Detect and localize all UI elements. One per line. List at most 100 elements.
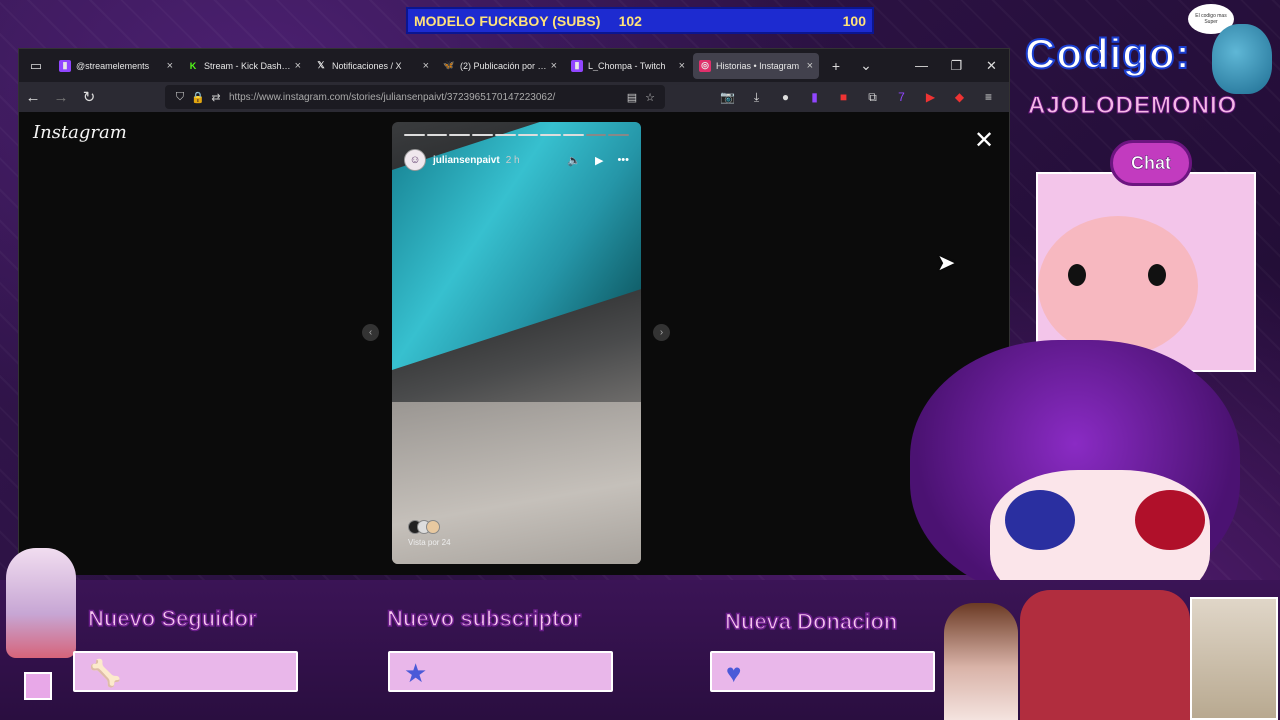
- red-extension-icon[interactable]: ◆: [945, 85, 974, 109]
- more-options-icon[interactable]: •••: [617, 154, 629, 167]
- story-progress-bar: [404, 134, 630, 137]
- close-tab-icon[interactable]: ×: [423, 60, 429, 72]
- bookmark-star-icon[interactable]: ☆: [641, 91, 659, 104]
- bluesky-icon: 🦋: [443, 60, 455, 70]
- cat-girl-character-icon: [944, 603, 1018, 720]
- story-header: ☺ juliansenpaivt 2 h 🔈 ▶ •••: [404, 148, 629, 172]
- progress-segment: [540, 134, 561, 136]
- permissions-icon[interactable]: ⇄: [207, 91, 225, 104]
- twitch-icon: ▮: [571, 59, 583, 72]
- download-icon[interactable]: ⤓: [742, 85, 771, 109]
- vtuber-avatar-hoodie: [1020, 590, 1190, 720]
- tab-label: L_Chompa - Twitch: [588, 60, 666, 71]
- codigo-title: Codigo:: [1024, 29, 1191, 78]
- volume-icon[interactable]: 🔈: [567, 154, 581, 167]
- reader-view-icon[interactable]: ▤: [623, 91, 641, 104]
- instagram-icon: ◎: [699, 59, 711, 72]
- tab-list-icon[interactable]: ▭: [19, 49, 53, 82]
- new-tab-icon[interactable]: +: [821, 49, 851, 82]
- progress-segment: [517, 134, 539, 136]
- tab-label: Stream - Kick Dashboard: [204, 60, 291, 71]
- progress-segment: [494, 134, 516, 136]
- close-tab-icon[interactable]: ×: [807, 60, 813, 72]
- chat-badge: Chat: [1110, 140, 1192, 186]
- avatar: [426, 520, 440, 534]
- progress-segment: [449, 134, 471, 136]
- tab-twitch-chompa[interactable]: ▮ L_Chompa - Twitch ×: [565, 53, 691, 79]
- close-tab-icon[interactable]: ×: [551, 60, 557, 72]
- vtuber-left-eye-icon: [1005, 490, 1075, 550]
- progress-segment: [608, 134, 630, 136]
- browser-window: ▭ ▮ @streamelements × K Stream - Kick Da…: [18, 48, 1010, 575]
- minimize-icon[interactable]: —: [904, 58, 939, 74]
- menu-icon[interactable]: ≡: [974, 85, 1003, 109]
- back-icon[interactable]: ←: [19, 83, 47, 111]
- forward-icon[interactable]: →: [47, 83, 75, 111]
- instagram-story-page: Instagram ✕ ‹ › ☺ juliansenpaivt 2 h 🔈 ▶…: [19, 112, 1009, 575]
- reload-icon[interactable]: ↻: [75, 83, 103, 111]
- goal-target: 100: [842, 12, 866, 29]
- tab-bar: ▭ ▮ @streamelements × K Stream - Kick Da…: [19, 49, 1009, 82]
- youtube-extension-icon[interactable]: ▶: [916, 85, 945, 109]
- decorative-square: [24, 672, 52, 700]
- tab-x-notifications[interactable]: 𝕏 Notificaciones / X ×: [309, 53, 435, 79]
- new-subscriber-box: ★: [388, 651, 613, 692]
- extension-toolbar: 📷 ⤓ ● ▮ ■ ⧉ 7 ▶ ◆ ≡: [713, 85, 1003, 109]
- tab-kick-dashboard[interactable]: K Stream - Kick Dashboard ×: [181, 53, 307, 79]
- tab-label: Historias • Instagram: [716, 60, 800, 71]
- screenshot-icon[interactable]: 📷: [713, 85, 742, 109]
- previous-story-icon[interactable]: ‹: [362, 324, 379, 341]
- story-controls: 🔈 ▶ •••: [567, 154, 629, 167]
- close-tab-icon[interactable]: ×: [167, 60, 173, 72]
- chibi-character-icon: [6, 548, 76, 658]
- blue-monster-mascot-icon: [1212, 24, 1272, 94]
- vtuber-right-eye-icon: [1135, 490, 1205, 550]
- story-username[interactable]: juliansenpaivt: [433, 155, 500, 166]
- portrait-image: [1190, 597, 1278, 720]
- sub-goal-bar: MODELO FUCKBOY (SUBS) 102 100: [406, 7, 874, 34]
- twitch-extension-icon[interactable]: ▮: [800, 85, 829, 109]
- puzzle-icon[interactable]: ⧉: [858, 85, 887, 109]
- progress-segment: [426, 134, 448, 136]
- tab-bluesky-post[interactable]: 🦋 (2) Publicación por julian ×: [437, 53, 563, 79]
- story-viewers[interactable]: Vista por 24: [408, 520, 451, 547]
- story-time: 2 h: [505, 154, 520, 166]
- instagram-logo[interactable]: Instagram: [33, 122, 127, 143]
- extension-icon[interactable]: ●: [771, 85, 800, 109]
- next-story-icon[interactable]: ›: [653, 324, 670, 341]
- goal-title: MODELO FUCKBOY (SUBS): [414, 12, 601, 29]
- navigation-bar: ← → ↻ ⛉ 🔒 ⇄ https://www.instagram.com/st…: [19, 82, 1009, 112]
- 7tv-extension-icon[interactable]: 7: [887, 85, 916, 109]
- x-icon: 𝕏: [317, 60, 325, 70]
- progress-segment: [585, 134, 607, 136]
- tab-streamelements[interactable]: ▮ @streamelements ×: [53, 53, 179, 79]
- progress-segment: [404, 134, 425, 136]
- new-donation-box: ♥: [710, 651, 935, 692]
- progress-segment: [562, 134, 584, 136]
- chevron-down-icon[interactable]: ⌄: [851, 49, 881, 82]
- tab-label: (2) Publicación por julian: [460, 60, 547, 71]
- story-viewer[interactable]: ☺ juliansenpaivt 2 h 🔈 ▶ ••• Vista por 2…: [392, 122, 641, 564]
- close-tab-icon[interactable]: ×: [679, 60, 685, 72]
- lock-icon[interactable]: 🔒: [189, 91, 207, 104]
- window-controls: — ❐ ✕: [904, 58, 1009, 74]
- restore-icon[interactable]: ❐: [939, 58, 974, 74]
- kick-icon: K: [189, 60, 197, 71]
- axolotl-plush-icon: [1038, 216, 1198, 356]
- new-follower-title: Nuevo Seguidor: [87, 605, 257, 632]
- close-window-icon[interactable]: ✕: [974, 58, 1009, 74]
- url-text[interactable]: https://www.instagram.com/stories/julian…: [229, 92, 623, 103]
- address-bar[interactable]: ⛉ 🔒 ⇄ https://www.instagram.com/stories/…: [165, 85, 665, 109]
- new-donation-title: Nueva Donacion: [724, 608, 898, 635]
- shield-icon[interactable]: ⛉: [171, 91, 189, 104]
- close-tab-icon[interactable]: ×: [295, 60, 301, 72]
- viewer-avatars: [408, 520, 451, 534]
- tab-label: @streamelements: [76, 60, 150, 71]
- new-follower-box: 🦴: [73, 651, 298, 692]
- tab-instagram-stories[interactable]: ◎ Historias • Instagram ×: [693, 52, 819, 79]
- close-icon[interactable]: ✕: [974, 126, 994, 155]
- play-icon[interactable]: ▶: [595, 154, 603, 167]
- avatar[interactable]: ☺: [404, 149, 426, 171]
- mouse-cursor-icon: ➤: [937, 250, 956, 275]
- record-extension-icon[interactable]: ■: [829, 85, 858, 109]
